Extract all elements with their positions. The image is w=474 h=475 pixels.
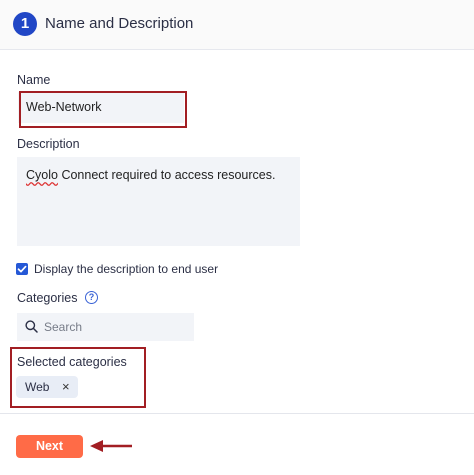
description-misspelled-word: Cyolo xyxy=(26,168,58,182)
step-title: Name and Description xyxy=(45,15,194,32)
description-label: Description xyxy=(17,137,80,151)
wizard-page: 1 Name and Description Name Web-Network … xyxy=(0,0,474,475)
footer-divider xyxy=(0,413,474,414)
next-button[interactable]: Next xyxy=(16,435,83,458)
display-description-label: Display the description to end user xyxy=(34,262,219,276)
display-description-checkbox[interactable] xyxy=(16,263,28,275)
category-chip-web: Web × xyxy=(16,376,78,398)
help-circle-icon[interactable]: ? xyxy=(85,291,98,304)
name-label: Name xyxy=(17,73,51,87)
selected-categories-label: Selected categories xyxy=(17,355,127,369)
search-placeholder: Search xyxy=(44,320,83,334)
description-textarea[interactable]: Cyolo Connect required to access resourc… xyxy=(17,157,300,246)
description-text: Connect required to access resources. xyxy=(57,168,276,182)
check-icon xyxy=(17,265,27,273)
arrow-left-icon xyxy=(90,440,132,452)
remove-chip-icon[interactable]: × xyxy=(62,379,70,394)
categories-label: Categories xyxy=(17,291,78,305)
category-search-input[interactable]: Search xyxy=(17,313,194,341)
search-icon xyxy=(25,320,38,333)
name-input[interactable]: Web-Network xyxy=(18,92,184,123)
category-chip-label: Web xyxy=(25,380,50,394)
step-number-badge: 1 xyxy=(13,12,37,36)
step-header: 1 Name and Description xyxy=(0,0,474,50)
